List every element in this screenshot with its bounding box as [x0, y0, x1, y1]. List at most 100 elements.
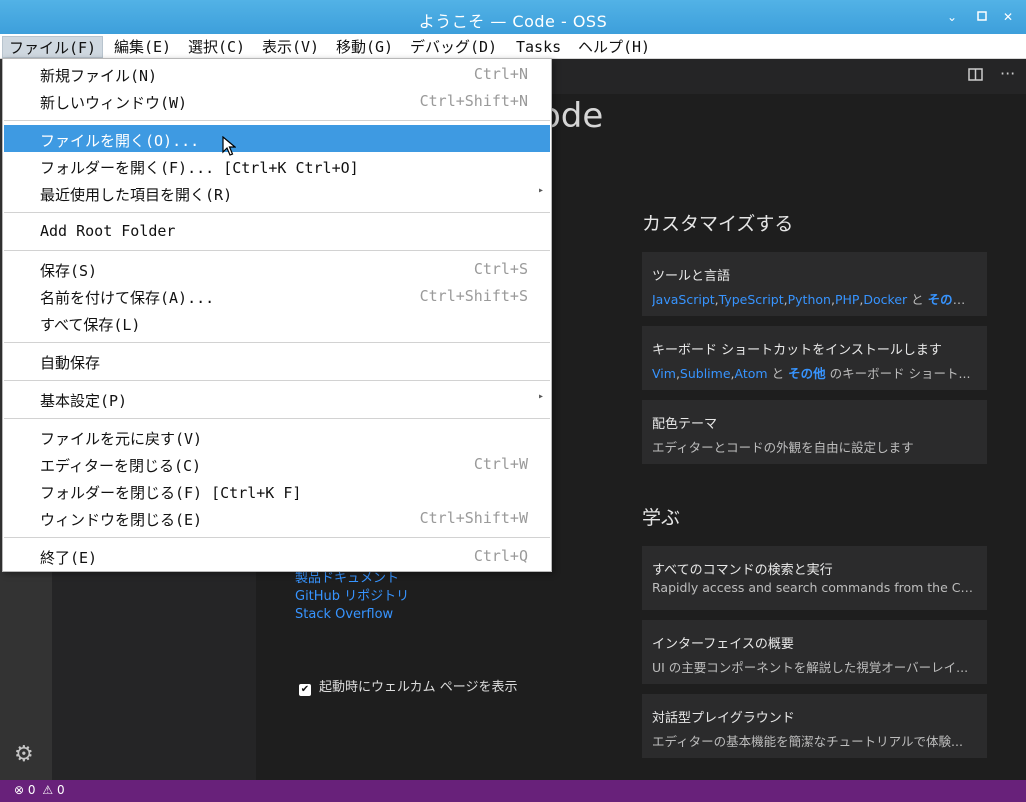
error-count: 0	[27, 783, 36, 797]
conj-text: と	[771, 366, 785, 381]
menu-separator	[4, 212, 550, 213]
card-title: 対話型プレイグラウンド	[652, 711, 795, 726]
menu-item-new-window[interactable]: 新しいウィンドウ(W) Ctrl+Shift+N	[4, 87, 550, 114]
menu-item-open-folder[interactable]: フォルダーを開く(F)... [Ctrl+K Ctrl+O]	[4, 152, 550, 179]
show-welcome-startup[interactable]: ✔ 起動時にウェルカム ページを表示	[299, 676, 517, 696]
split-editor-icon[interactable]	[968, 68, 984, 86]
help-links: 製品ドキュメント GitHub リポジトリ Stack Overflow	[295, 570, 409, 624]
menu-item-label: ファイルを元に戻す(V)	[40, 430, 203, 448]
card-desc: Vim,Sublime,Atom と その他 のキーボード ショート...	[652, 366, 971, 381]
card-command-palette[interactable]: すべてのコマンドの検索と実行 Rapidly access and search…	[642, 546, 987, 610]
menu-selection[interactable]: 選択(C)	[182, 36, 251, 58]
link-stack-overflow[interactable]: Stack Overflow	[295, 606, 409, 624]
link-github-repo[interactable]: GitHub リポジトリ	[295, 588, 409, 606]
menu-item-label: 自動保存	[40, 354, 101, 372]
card-title: ツールと言語	[652, 269, 731, 284]
menu-item-label: 最近使用した項目を開く(R)	[40, 186, 233, 204]
mouse-cursor-icon	[222, 136, 236, 156]
submenu-arrow-icon: ▸	[537, 185, 544, 196]
menu-view[interactable]: 表示(V)	[256, 36, 325, 58]
link-product-docs[interactable]: 製品ドキュメント	[295, 570, 409, 588]
card-title: すべてのコマンドの検索と実行	[652, 563, 833, 578]
warning-icon: ⚠	[42, 783, 54, 797]
card-title: 配色テーマ	[652, 417, 718, 432]
menu-separator	[4, 120, 550, 121]
menu-separator	[4, 342, 550, 343]
menu-file[interactable]: ファイル(F)	[2, 36, 104, 58]
link-docker[interactable]: Docker	[863, 292, 907, 307]
tail-text: のキーボード ショート...	[829, 366, 971, 381]
menu-go[interactable]: 移動(G)	[330, 36, 399, 58]
menu-item-label: 終了(E)	[40, 549, 98, 567]
submenu-arrow-icon: ▸	[537, 391, 544, 402]
menu-item-save[interactable]: 保存(S) Ctrl+S	[4, 255, 550, 282]
menu-tasks[interactable]: Tasks	[510, 36, 567, 58]
card-tools-languages[interactable]: ツールと言語 JavaScript,TypeScript,Python,PHP,…	[642, 252, 987, 316]
problems-indicator[interactable]: ⊗ 0 ⚠ 0	[14, 783, 65, 797]
menu-item-label: ウィンドウを閉じる(E)	[40, 511, 203, 529]
menu-item-exit[interactable]: 終了(E) Ctrl+Q	[4, 542, 550, 569]
card-color-theme[interactable]: 配色テーマ エディターとコードの外観を自由に設定します	[642, 400, 987, 464]
menu-separator	[4, 250, 550, 251]
link-sublime[interactable]: Sublime	[680, 366, 731, 381]
link-javascript[interactable]: JavaScript	[652, 292, 715, 307]
gear-icon[interactable]: ⚙	[14, 742, 34, 767]
card-interface-overview[interactable]: インターフェイスの概要 UI の主要コンポーネントを解説した視覚オーバーレイ..…	[642, 620, 987, 684]
menu-item-save-as[interactable]: 名前を付けて保存(A)... Ctrl+Shift+S	[4, 282, 550, 309]
link-atom[interactable]: Atom	[735, 366, 768, 381]
startup-label: 起動時にウェルカム ページを表示	[319, 680, 518, 695]
menu-help[interactable]: ヘルプ(H)	[572, 36, 656, 58]
more-actions-icon[interactable]: ···	[1000, 64, 1015, 83]
error-icon: ⊗	[14, 783, 25, 797]
link-typescript[interactable]: TypeScript	[719, 292, 784, 307]
card-desc: Rapidly access and search commands from …	[652, 580, 977, 595]
minimize-icon[interactable]: ⌄	[944, 9, 960, 25]
menu-item-new-file[interactable]: 新規ファイル(N) Ctrl+N	[4, 60, 550, 87]
menu-item-label: 新規ファイル(N)	[40, 67, 158, 85]
checkbox-checked-icon[interactable]: ✔	[299, 684, 311, 696]
menu-item-shortcut: Ctrl+N	[473, 65, 528, 83]
menu-separator	[4, 537, 550, 538]
status-bar: ⊗ 0 ⚠ 0	[0, 780, 1026, 802]
menu-item-save-all[interactable]: すべて保存(L)	[4, 309, 550, 336]
menu-item-label: 名前を付けて保存(A)...	[40, 289, 215, 307]
link-python[interactable]: Python	[788, 292, 831, 307]
menu-item-shortcut: Ctrl+Q	[473, 547, 528, 565]
link-more[interactable]: その他	[788, 366, 826, 381]
card-desc: JavaScript,TypeScript,Python,PHP,Docker …	[652, 289, 977, 308]
menu-separator	[4, 380, 550, 381]
menu-bar: ファイル(F) 編集(E) 選択(C) 表示(V) 移動(G) デバッグ(D) …	[0, 34, 1026, 59]
menu-item-shortcut: Ctrl+Shift+W	[419, 509, 528, 527]
menu-item-label: すべて保存(L)	[40, 316, 141, 334]
close-icon[interactable]: ✕	[1000, 9, 1016, 25]
menu-edit[interactable]: 編集(E)	[108, 36, 177, 58]
menu-item-shortcut: Ctrl+S	[473, 260, 528, 278]
menu-item-label: 基本設定(P)	[40, 392, 128, 410]
maximize-icon[interactable]	[974, 9, 990, 25]
link-more[interactable]: その他	[928, 292, 966, 307]
menu-item-shortcut: Ctrl+W	[473, 455, 528, 473]
menu-item-shortcut: Ctrl+Shift+S	[419, 287, 528, 305]
menu-item-label: フォルダーを閉じる(F) [Ctrl+K F]	[40, 484, 302, 502]
menu-item-shortcut: Ctrl+Shift+N	[419, 92, 528, 110]
link-vim[interactable]: Vim	[652, 366, 676, 381]
menu-item-label: フォルダーを開く(F)... [Ctrl+K Ctrl+O]	[40, 159, 359, 177]
card-keymaps[interactable]: キーボード ショートカットをインストールします Vim,Sublime,Atom…	[642, 326, 987, 390]
menu-item-close-editor[interactable]: エディターを閉じる(C) Ctrl+W	[4, 450, 550, 477]
menu-item-close-window[interactable]: ウィンドウを閉じる(E) Ctrl+Shift+W	[4, 504, 550, 531]
card-interactive-playground[interactable]: 対話型プレイグラウンド エディターの基本機能を簡潔なチュートリアルで体験...	[642, 694, 987, 758]
menu-item-auto-save[interactable]: 自動保存	[4, 347, 550, 374]
tail-text: ...	[969, 292, 977, 307]
menu-item-preferences[interactable]: 基本設定(P) ▸	[4, 385, 550, 412]
menu-item-add-root-folder[interactable]: Add Root Folder	[4, 217, 550, 244]
card-title: キーボード ショートカットをインストールします	[652, 343, 942, 358]
conj-text: と	[911, 292, 924, 307]
menu-debug[interactable]: デバッグ(D)	[404, 36, 503, 58]
menu-item-open-file[interactable]: ファイルを開く(O)...	[4, 125, 550, 152]
card-desc: UI の主要コンポーネントを解説した視覚オーバーレイ...	[652, 660, 969, 675]
menu-item-label: ファイルを開く(O)...	[40, 132, 200, 150]
menu-item-revert-file[interactable]: ファイルを元に戻す(V)	[4, 423, 550, 450]
menu-item-open-recent[interactable]: 最近使用した項目を開く(R) ▸	[4, 179, 550, 206]
link-php[interactable]: PHP	[835, 292, 859, 307]
menu-item-close-folder[interactable]: フォルダーを閉じる(F) [Ctrl+K F]	[4, 477, 550, 504]
